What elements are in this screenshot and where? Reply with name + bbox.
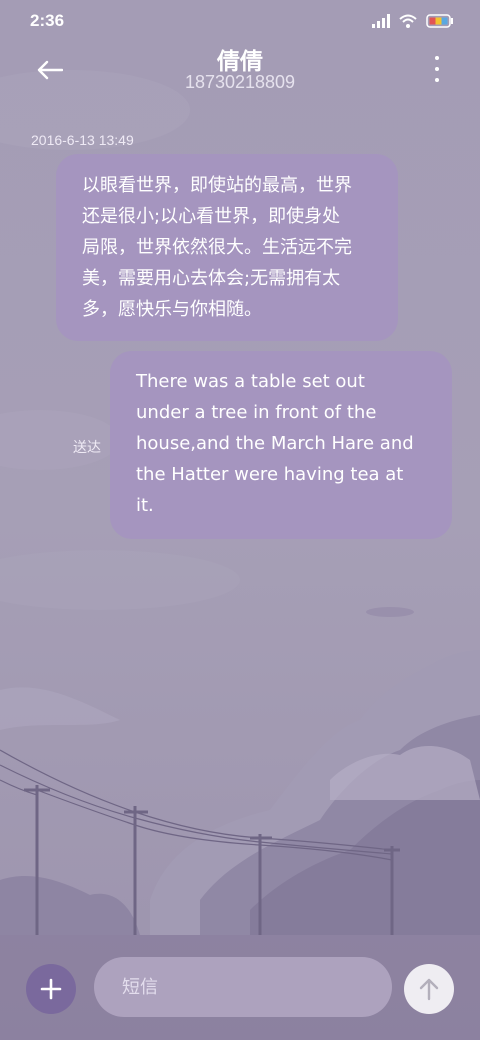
contact-name: 倩倩 bbox=[217, 49, 263, 75]
signal-icon bbox=[372, 14, 390, 28]
more-vertical-icon bbox=[435, 56, 439, 60]
message-line: 还是很小;以心看世界，即使身处 bbox=[82, 206, 341, 227]
send-button[interactable] bbox=[404, 964, 454, 1014]
status-icons bbox=[372, 12, 454, 30]
battery-icon bbox=[426, 14, 453, 28]
status-bar: 2:36 bbox=[0, 0, 480, 40]
message-line: the Hatter were having tea at bbox=[136, 464, 404, 485]
wifi-icon bbox=[399, 14, 417, 28]
add-attachment-button[interactable] bbox=[26, 964, 76, 1014]
message-line: 以眼看世界，即使站的最高，世界 bbox=[82, 175, 352, 196]
plus-icon bbox=[40, 978, 62, 1000]
delivery-status: 送达 bbox=[73, 440, 101, 456]
message-line: There was a table set out bbox=[136, 371, 365, 392]
more-options-button[interactable] bbox=[432, 56, 442, 82]
compose-bar bbox=[0, 935, 480, 1040]
message-input[interactable] bbox=[94, 957, 392, 1017]
send-arrow-icon bbox=[419, 978, 439, 1001]
status-time: 2:36 bbox=[30, 11, 65, 30]
message-line: 多，愿快乐与你相随。 bbox=[82, 299, 262, 320]
message-line: under a tree in front of the bbox=[136, 402, 377, 423]
conversation-header: 倩倩 18730218809 bbox=[0, 40, 480, 100]
message-line: 美，需要用心去体会;无需拥有太 bbox=[82, 268, 341, 289]
message-line: house,and the March Hare and bbox=[136, 433, 414, 454]
outgoing-message-bubble[interactable]: There was a table set out under a tree i… bbox=[110, 351, 452, 539]
message-line: 局限，世界依然很大。生活远不完 bbox=[82, 237, 352, 258]
message-line: it. bbox=[136, 495, 154, 516]
incoming-message-bubble[interactable]: 以眼看世界，即使站的最高，世界 还是很小;以心看世界，即使身处 局限，世界依然很… bbox=[56, 154, 398, 341]
contact-number: 18730218809 bbox=[184, 72, 296, 92]
message-timestamp: 2016-6-13 13:49 bbox=[31, 132, 134, 148]
